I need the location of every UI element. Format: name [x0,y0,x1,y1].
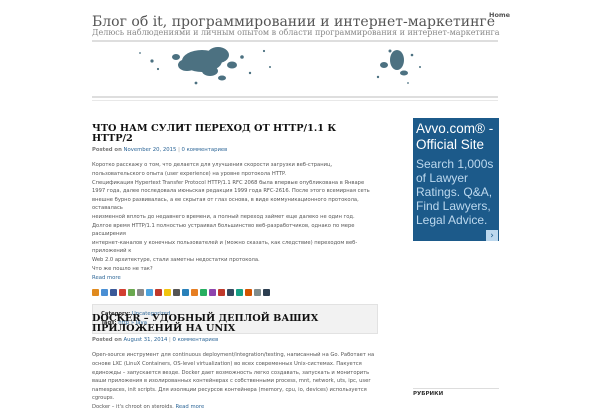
share-icon[interactable] [110,289,117,297]
share-icons [92,289,378,297]
excerpt-line: Долгое время HTTP/1.1 полностью устраива… [92,222,355,238]
comments-link[interactable]: 0 комментариев [173,337,219,343]
share-icon[interactable] [137,289,144,297]
share-icon[interactable] [263,289,270,297]
post-meta: Posted on August 31, 2014 | 0 комментари… [92,337,378,343]
share-icon[interactable] [164,289,171,297]
share-icon[interactable] [128,289,135,297]
excerpt-line: ваши приложения в изолированных контейне… [92,378,371,385]
posted-on-label: Posted on [92,147,122,154]
share-icon[interactable] [191,289,198,297]
share-icon[interactable] [155,289,162,297]
excerpt-line: интернет-каналов у конечных пользователе… [92,239,358,255]
share-icon[interactable] [173,289,180,297]
ad-text[interactable]: Search 1,000s of Lawyer Ratings. Q&A, Fi… [413,153,499,227]
excerpt-line: namespaces, init scripts. Для изоляции р… [92,386,367,402]
ad-arrow-button[interactable]: › [486,230,498,241]
excerpt-line: Спецификация Hypertext Transfer Protocol… [92,179,365,186]
sidebar-ad[interactable]: Avvo.com® - Official Site Search 1,000s … [413,118,499,241]
read-more-link[interactable]: Read more [92,275,378,281]
share-icon[interactable] [254,289,261,297]
excerpt-line: единожды – запускается везде. Docker дае… [92,369,370,376]
site-tagline: Делюсь наблюдениями и личным опытом в об… [92,28,500,37]
share-icon[interactable] [119,289,126,297]
comments-link[interactable]: 0 комментариев [182,147,228,153]
sidebar-categories-heading: РУБРИКИ [413,391,444,397]
share-icon[interactable] [200,289,207,297]
posted-on-label: Posted on [92,337,122,344]
share-icon[interactable] [245,289,252,297]
share-icon[interactable] [218,289,225,297]
post-excerpt: Open-source инструмент для continuous de… [92,351,378,411]
meta-separator: | [178,147,180,154]
nav-home-link[interactable]: Home [489,11,510,19]
post-http2: Что нам сулит переход от HTTP/1.1 к HTTP… [92,123,378,335]
share-icon[interactable] [209,289,216,297]
share-icon[interactable] [182,289,189,297]
read-more-link[interactable]: Read more [175,404,204,410]
excerpt-line: Docker – it's chroot on steroids. [92,403,174,410]
ad-title[interactable]: Avvo.com® - Official Site [413,118,499,153]
share-icon[interactable] [227,289,234,297]
share-icon[interactable] [146,289,153,297]
excerpt-line: основе LXC (LinuX Containers, OS-level v… [92,360,362,367]
post-date[interactable]: November 20, 2015 [124,147,177,153]
excerpt-line: внешне бурно развивалась, а ее скрытая о… [92,196,359,212]
excerpt-line: Что же пошло не так? [92,265,153,272]
excerpt-line: Web 2.0 архитектуре, стали заметны недос… [92,256,260,263]
post-docker: Docker – удобный деплой ваших приложений… [92,313,378,412]
post-title[interactable]: Что нам сулит переход от HTTP/1.1 к HTTP… [92,123,378,144]
post-excerpt: Коротко расскажу о том, что делается для… [92,161,378,273]
share-icon[interactable] [92,289,99,297]
share-icon[interactable] [236,289,243,297]
banner-divider [92,96,498,98]
excerpt-line: Коротко расскажу о том, что делается для… [92,162,333,169]
sidebar-divider [413,388,499,389]
post-date[interactable]: August 31, 2014 [124,337,168,343]
excerpt-line: Open-source инструмент для continuous de… [92,352,375,359]
share-icon[interactable] [101,289,108,297]
excerpt-line: 1997 года, далее последовала июньская ре… [92,188,370,195]
header-divider [92,40,498,42]
post-meta: Posted on November 20, 2015 | 0 коммента… [92,147,378,153]
excerpt-line: пользовательского опыта (user experience… [92,170,286,177]
header-banner-image [139,47,421,85]
post-title[interactable]: Docker – удобный деплой ваших приложений… [92,313,378,334]
excerpt-line: неизменной вплоть до недавнего времени, … [92,213,355,220]
meta-separator: | [169,337,171,344]
banner-divider-thin [92,100,498,101]
